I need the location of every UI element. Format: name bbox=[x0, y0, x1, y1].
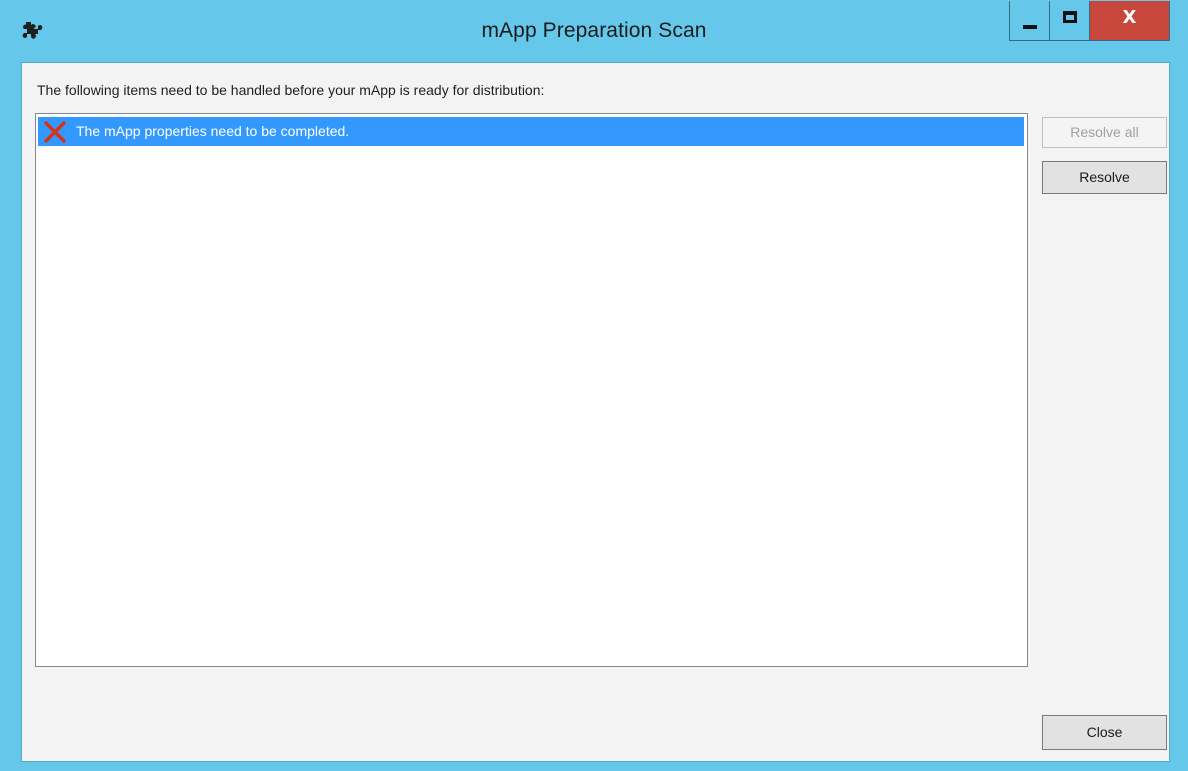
close-button[interactable]: Close bbox=[1042, 715, 1167, 750]
minimize-icon bbox=[1023, 25, 1037, 29]
dialog-window: mApp Preparation Scan X The following it… bbox=[0, 0, 1188, 771]
close-window-button[interactable]: X bbox=[1090, 1, 1170, 41]
instructions-label: The following items need to be handled b… bbox=[37, 82, 545, 98]
list-item-text: The mApp properties need to be completed… bbox=[76, 123, 350, 139]
title-bar[interactable]: mApp Preparation Scan X bbox=[0, 0, 1188, 62]
resolve-all-button[interactable]: Resolve all bbox=[1042, 117, 1167, 148]
dialog-body: The following items need to be handled b… bbox=[21, 62, 1170, 762]
maximize-button[interactable] bbox=[1049, 1, 1090, 41]
error-x-icon bbox=[44, 121, 66, 143]
list-item[interactable]: The mApp properties need to be completed… bbox=[38, 117, 1024, 146]
resolve-button[interactable]: Resolve bbox=[1042, 161, 1167, 194]
issues-list[interactable]: The mApp properties need to be completed… bbox=[35, 113, 1028, 667]
maximize-icon bbox=[1063, 11, 1077, 23]
minimize-button[interactable] bbox=[1009, 1, 1049, 41]
close-icon: X bbox=[1122, 7, 1137, 28]
